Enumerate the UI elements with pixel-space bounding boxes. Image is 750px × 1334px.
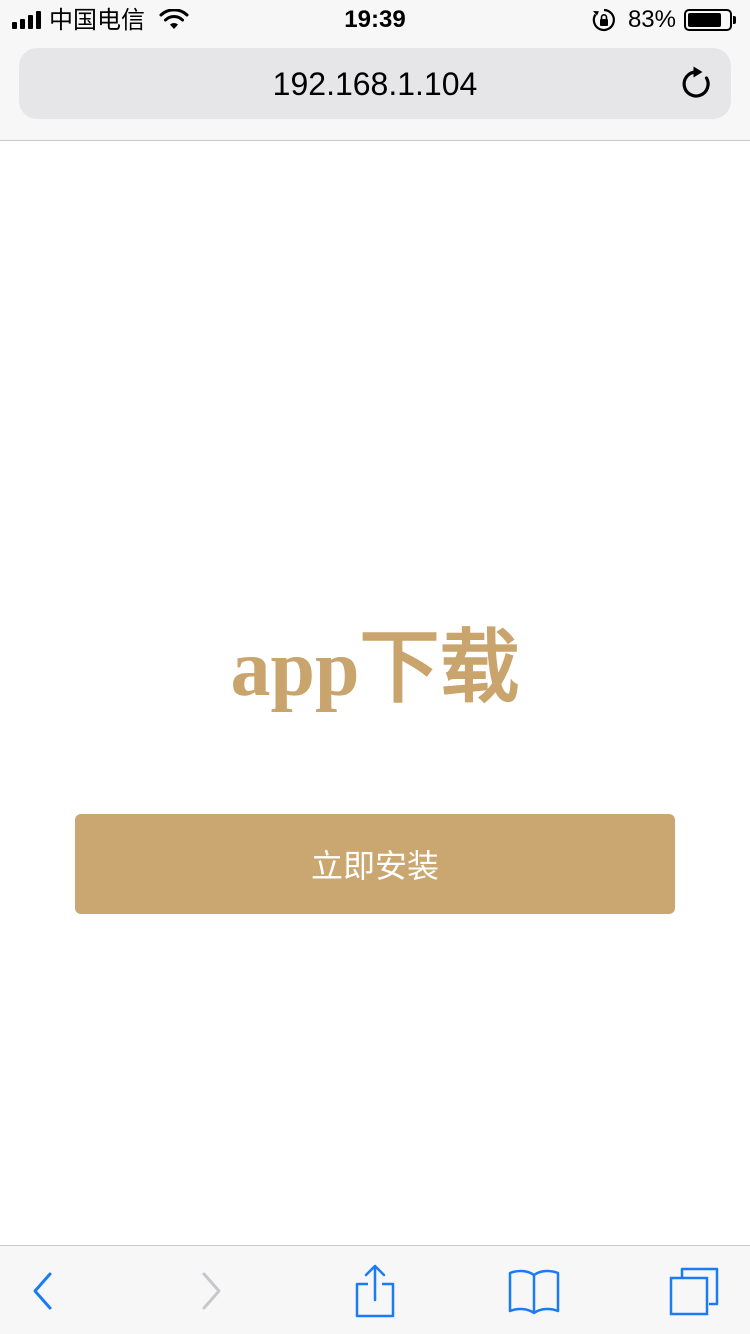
back-button[interactable] (3, 1246, 83, 1334)
bookmarks-icon (508, 1269, 560, 1314)
forward-icon (202, 1272, 221, 1309)
install-now-button[interactable]: 立即安装 (75, 814, 675, 914)
status-right: 83% (592, 6, 736, 34)
back-icon (33, 1272, 52, 1309)
battery-icon (684, 9, 732, 31)
url-text[interactable]: 192.168.1.104 (19, 66, 731, 102)
status-bar: 中国电信 19:39 83% (0, 0, 750, 40)
page-title: app下载 (230, 625, 520, 713)
battery-percent: 83% (627, 6, 676, 33)
tabs-icon (669, 1267, 719, 1315)
address-field[interactable]: 192.168.1.104 (19, 48, 731, 119)
rotation-lock-icon (592, 8, 615, 32)
browser-toolbar (0, 1245, 750, 1334)
battery-fill (688, 13, 722, 27)
browser-address-area: 192.168.1.104 (0, 40, 750, 141)
share-icon (355, 1264, 395, 1317)
reload-icon[interactable] (679, 66, 713, 102)
page-content: app下载 立即安装 (0, 141, 750, 1245)
forward-button[interactable] (171, 1246, 251, 1334)
bookmarks-button[interactable] (494, 1246, 574, 1334)
tabs-button[interactable] (654, 1246, 734, 1334)
battery-cap (733, 16, 736, 24)
share-button[interactable] (335, 1246, 415, 1334)
